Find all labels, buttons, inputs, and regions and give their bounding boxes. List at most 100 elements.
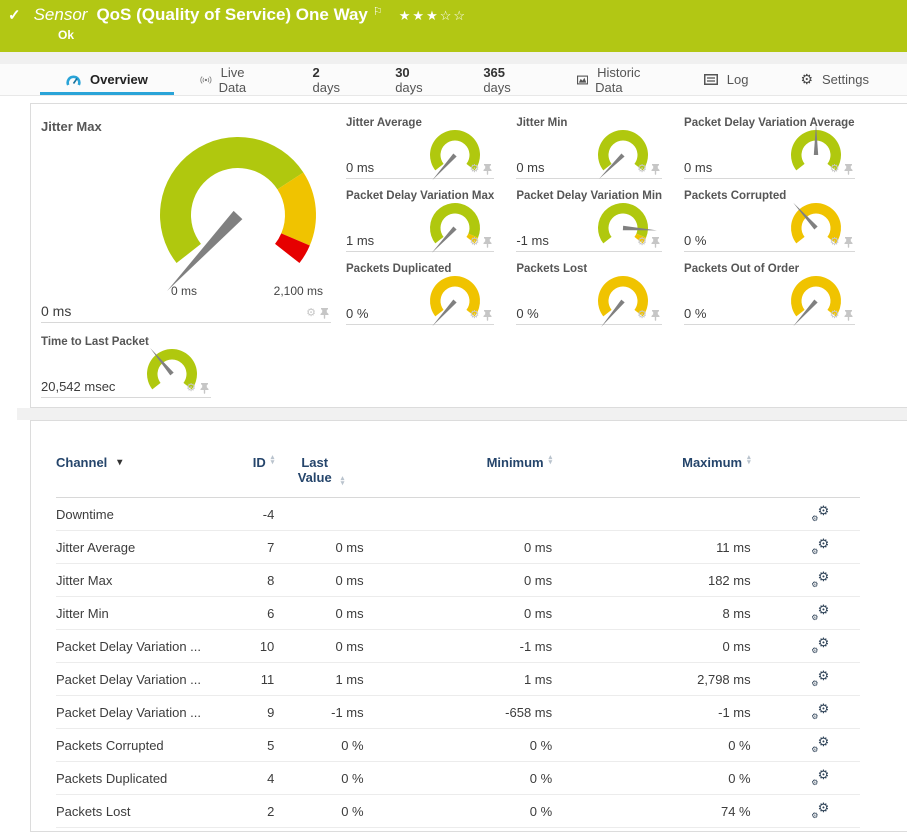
channel-last-value: 0 % — [341, 771, 363, 786]
gear-icon: ⚙ — [800, 71, 813, 88]
channel-id: 9 — [267, 705, 274, 720]
channel-id: 11 — [261, 672, 275, 687]
channel-maximum: -1 ms — [718, 705, 751, 720]
gear-icon[interactable]: ⚙ — [830, 310, 840, 321]
pin-icon[interactable] — [200, 383, 209, 394]
sort-arrows-icon[interactable]: ▴▾ — [271, 456, 275, 471]
tab-settings[interactable]: ⚙ Settings — [774, 64, 895, 95]
channel-id: 5 — [267, 738, 274, 753]
gear-icon[interactable]: ⚙ — [306, 308, 316, 319]
tile-value: -1 ms — [516, 233, 549, 248]
gauge-tile-packets-lost: Packets Lost 0 % ⚙ — [516, 263, 662, 325]
tile-value: 0 % — [684, 306, 706, 321]
table-row: Packets Lost 2 0 % 0 % 74 % ⚙⚙ — [56, 795, 860, 828]
sort-desc-icon[interactable]: ▾ — [117, 457, 122, 468]
sort-arrows-icon[interactable]: ▴▾ — [747, 456, 751, 471]
channel-settings-gears-icon[interactable]: ⚙⚙ — [811, 770, 829, 786]
gear-icon[interactable]: ⚙ — [469, 164, 479, 175]
channel-settings-gears-icon[interactable]: ⚙⚙ — [811, 572, 829, 588]
gauge-scale-min: 0 ms — [171, 284, 197, 298]
channel-minimum: -1 ms — [520, 639, 553, 654]
column-header-id[interactable]: ID — [253, 455, 266, 470]
column-header-minimum[interactable]: Minimum — [487, 455, 544, 470]
channel-name: Packet Delay Variation ... — [56, 705, 201, 720]
pin-icon[interactable] — [651, 310, 660, 321]
channel-id: 7 — [267, 540, 274, 555]
channel-id: 4 — [267, 771, 274, 786]
gear-icon[interactable]: ⚙ — [637, 237, 647, 248]
tab-label: Live Data — [219, 65, 246, 95]
gear-icon[interactable]: ⚙ — [830, 237, 840, 248]
tab-historic-data[interactable]: Historic Data — [551, 64, 678, 95]
pin-icon[interactable] — [483, 164, 492, 175]
channel-id: 6 — [267, 606, 274, 621]
gear-icon[interactable]: ⚙ — [469, 310, 479, 321]
tab-30-days[interactable]: 30 days — [369, 64, 457, 95]
object-kind-label: Sensor — [34, 5, 88, 25]
channel-settings-gears-icon[interactable]: ⚙⚙ — [811, 506, 829, 522]
channel-name: Packets Corrupted — [56, 738, 164, 753]
gear-icon[interactable]: ⚙ — [469, 237, 479, 248]
pin-icon[interactable] — [844, 164, 853, 175]
gear-icon[interactable]: ⚙ — [186, 383, 196, 394]
tab-label: days — [483, 80, 510, 95]
tile-value: 0 ms — [516, 160, 544, 175]
gauge-grid: Jitter Average 0 ms ⚙ Jitter Min 0 ms ⚙ … — [346, 117, 800, 325]
tile-value: 0 ms — [346, 160, 374, 175]
channel-settings-gears-icon[interactable]: ⚙⚙ — [811, 638, 829, 654]
flag-icon[interactable]: ⚐ — [373, 5, 383, 18]
gear-icon[interactable]: ⚙ — [637, 310, 647, 321]
channel-settings-gears-icon[interactable]: ⚙⚙ — [811, 539, 829, 555]
channel-table-body: Downtime -4 ⚙⚙ Jitter Average 7 0 ms 0 m… — [56, 498, 860, 828]
gear-icon[interactable]: ⚙ — [637, 164, 647, 175]
broadcast-icon — [200, 74, 212, 86]
column-header-last-value[interactable]: Last Value — [294, 455, 336, 485]
column-header-channel[interactable]: Channel — [56, 455, 107, 470]
table-row: Jitter Max 8 0 ms 0 ms 182 ms ⚙⚙ — [56, 564, 860, 597]
pin-icon[interactable] — [483, 310, 492, 321]
pin-icon[interactable] — [651, 164, 660, 175]
tab-label: days — [313, 80, 340, 95]
gauge-tile-jitter-min: Jitter Min 0 ms ⚙ — [516, 117, 662, 179]
table-row: Packets Corrupted 5 0 % 0 % 0 % ⚙⚙ — [56, 729, 860, 762]
channel-settings-gears-icon[interactable]: ⚙⚙ — [811, 803, 829, 819]
gear-icon[interactable]: ⚙ — [830, 164, 840, 175]
pin-icon[interactable] — [844, 237, 853, 248]
tab-label: Log — [727, 72, 749, 87]
pin-icon[interactable] — [844, 310, 853, 321]
pin-icon[interactable] — [651, 237, 660, 248]
tab-label: days — [395, 80, 422, 95]
overview-panel: Jitter Max 0 ms 2,100 ms 0 ms ⚙ Jitter A… — [30, 103, 907, 408]
channel-last-value: 0 % — [341, 804, 363, 819]
tile-value: 0 % — [684, 233, 706, 248]
sensor-header: ✓ Sensor QoS (Quality of Service) One Wa… — [0, 0, 907, 52]
tab-bar: Overview Live Data 2 days 30 days 365 da… — [0, 64, 907, 96]
priority-stars[interactable]: ★★★☆☆ — [399, 8, 467, 24]
tab-live-data[interactable]: Live Data — [174, 64, 287, 95]
sort-arrows-icon[interactable]: ▴▾ — [341, 477, 345, 486]
channel-settings-gears-icon[interactable]: ⚙⚙ — [811, 605, 829, 621]
channel-name: Jitter Min — [56, 606, 109, 621]
channel-name: Packets Lost — [56, 804, 130, 819]
table-row: Jitter Average 7 0 ms 0 ms 11 ms ⚙⚙ — [56, 531, 860, 564]
sensor-title: QoS (Quality of Service) One Way — [96, 5, 367, 25]
sort-arrows-icon[interactable]: ▴▾ — [549, 456, 553, 471]
channel-minimum: 0 % — [530, 771, 552, 786]
tab-2-days[interactable]: 2 days — [287, 64, 370, 95]
jitter-max-gauge — [146, 127, 331, 297]
pin-icon[interactable] — [320, 308, 329, 319]
channel-settings-gears-icon[interactable]: ⚙⚙ — [811, 737, 829, 753]
tab-log[interactable]: Log — [678, 64, 775, 95]
channel-last-value: 0 ms — [335, 540, 363, 555]
channel-name: Packets Duplicated — [56, 771, 167, 786]
column-header-maximum[interactable]: Maximum — [682, 455, 742, 470]
pin-icon[interactable] — [483, 237, 492, 248]
channel-minimum: 0 ms — [524, 606, 552, 621]
channel-settings-gears-icon[interactable]: ⚙⚙ — [811, 671, 829, 687]
tab-365-days[interactable]: 365 days — [457, 64, 551, 95]
panel-divider — [17, 408, 907, 420]
channel-maximum: 8 ms — [722, 606, 750, 621]
tab-overview[interactable]: Overview — [40, 64, 174, 95]
channel-settings-gears-icon[interactable]: ⚙⚙ — [811, 704, 829, 720]
channel-minimum: 0 % — [530, 804, 552, 819]
